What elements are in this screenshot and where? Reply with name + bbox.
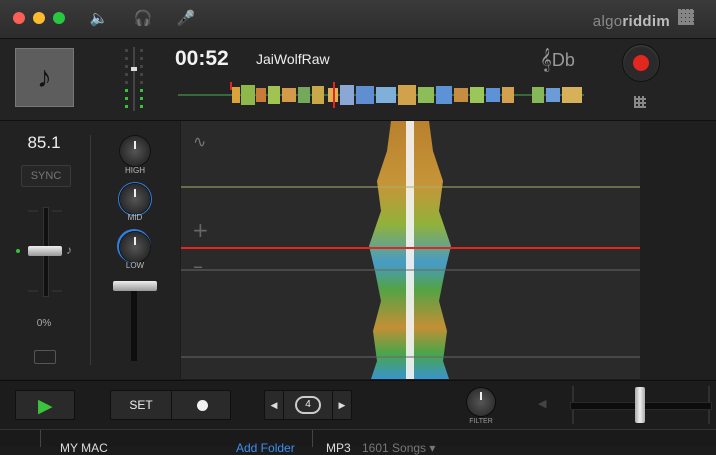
album-art[interactable]: ♪	[15, 48, 74, 107]
add-folder-link[interactable]: Add Folder	[236, 441, 295, 455]
track-key[interactable]: 𝄞Db	[540, 49, 575, 72]
right-panel	[640, 121, 716, 379]
pitch-percent: 0%	[36, 318, 52, 329]
crossfader-handle[interactable]	[635, 387, 645, 423]
pitch-slider[interactable]	[28, 246, 62, 256]
sync-button[interactable]: SYNC	[21, 165, 71, 187]
eq-mid-knob[interactable]	[120, 184, 150, 214]
song-count: 1601 Songs	[362, 441, 427, 455]
cue-set-group: SET	[110, 390, 231, 420]
track-title: JaiWolfRaw	[256, 51, 330, 67]
loop-increase-button[interactable]: ▶	[332, 391, 351, 419]
song-count-dropdown[interactable]: 1601 Songs ▾	[362, 441, 435, 455]
keylock-icon[interactable]	[34, 350, 56, 364]
bpm-display[interactable]: 85.1	[0, 133, 88, 153]
pads-grid-icon[interactable]	[634, 96, 646, 108]
speaker-icon[interactable]: 🔈	[89, 9, 109, 29]
key-label: Db	[551, 50, 575, 70]
divider	[90, 135, 91, 365]
title-bar: 🔈 🎧 🎤 algoriddim	[0, 0, 716, 39]
microphone-icon[interactable]: 🎤	[176, 9, 196, 29]
loop-decrease-button[interactable]: ◀	[265, 391, 284, 419]
play-button[interactable]: ▶	[15, 390, 75, 420]
record-button[interactable]	[622, 44, 660, 82]
deck-header: ♪ 00:52 JaiWolfRaw 𝄞Db	[0, 39, 716, 121]
loop-length[interactable]: 4	[295, 396, 321, 414]
eq-high-knob[interactable]	[120, 136, 150, 166]
pitch-note-icon: ♪	[66, 243, 72, 257]
volume-fader[interactable]	[113, 281, 157, 291]
eq-high-label: HIGH	[125, 166, 145, 175]
set-cue-button[interactable]: SET	[111, 391, 172, 419]
eq-low-label: LOW	[125, 261, 145, 270]
waveform-mode-icon[interactable]: ∿	[193, 132, 206, 151]
minimize-window-button[interactable]	[33, 12, 45, 24]
divider	[40, 430, 41, 447]
filter-knob[interactable]	[467, 388, 495, 416]
library-bar: MY MAC Add Folder MP3 1601 Songs ▾	[0, 429, 716, 455]
close-window-button[interactable]	[13, 12, 25, 24]
music-note-icon: ♪	[37, 61, 52, 94]
volume-track	[131, 291, 137, 361]
library-source[interactable]: MY MAC	[60, 441, 108, 455]
brand-logo: algoriddim	[592, 13, 670, 30]
grid-icon[interactable]	[678, 9, 694, 25]
elapsed-time: 00:52	[175, 47, 229, 70]
eq-low-knob[interactable]	[120, 232, 150, 262]
record-icon	[633, 55, 649, 71]
waveform-main[interactable]: ∿ + –	[181, 121, 640, 379]
treble-clef-icon: 𝄞	[540, 49, 552, 71]
zoom-window-button[interactable]	[53, 12, 65, 24]
divider	[312, 430, 313, 447]
zoom-in-icon[interactable]: +	[192, 218, 209, 242]
headphones-icon[interactable]: 🎧	[133, 9, 153, 29]
waveform-overview[interactable]	[178, 82, 584, 108]
level-meter	[125, 47, 143, 111]
cue-point-button[interactable]	[197, 400, 208, 411]
loop-control: ◀ 4 ▶	[264, 390, 352, 420]
crossfader-left-icon[interactable]: ◀	[538, 397, 546, 410]
filter-label: FILTER	[469, 418, 493, 425]
deck-controls: 85.1 SYNC ♪ 0% HIGH MID LOW	[0, 121, 180, 379]
library-format[interactable]: MP3	[326, 441, 351, 455]
play-icon: ▶	[38, 396, 53, 417]
zoom-out-icon[interactable]: –	[193, 254, 203, 278]
eq-mid-label: MID	[127, 213, 143, 222]
